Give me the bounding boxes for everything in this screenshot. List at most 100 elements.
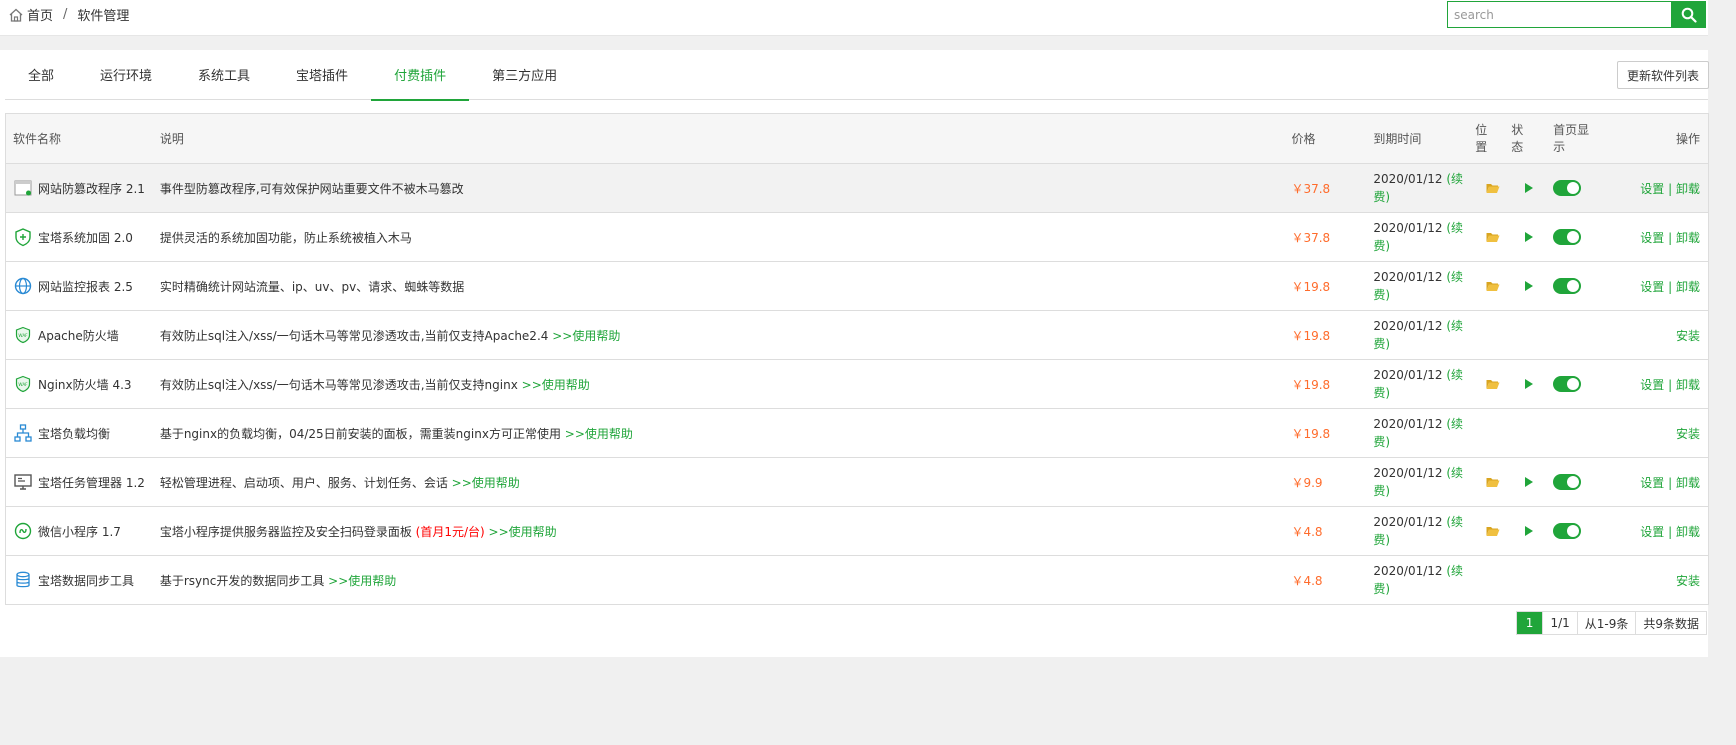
- operation-cell: 设置 | 卸载: [1609, 229, 1708, 246]
- folder-icon[interactable]: [1486, 280, 1500, 292]
- tab-3[interactable]: 宝塔插件: [273, 50, 371, 99]
- mini-program-icon: [14, 522, 32, 540]
- software-desc-cell: 基于nginx的负载均衡，04/25日前安装的面板，需重装nginx方可正常使用…: [153, 425, 1286, 442]
- svg-text:WAF: WAF: [18, 382, 28, 387]
- op-separator: |: [1668, 475, 1673, 490]
- header-desc: 说明: [159, 132, 184, 146]
- home-display-toggle[interactable]: [1553, 229, 1582, 245]
- folder-icon[interactable]: [1486, 476, 1500, 488]
- category-tabs: 全部 运行环境 系统工具 宝塔插件 付费插件 第三方应用: [5, 50, 1708, 101]
- install-link[interactable]: 安装: [1676, 427, 1700, 441]
- expire-date: 2020/01/12: [1373, 368, 1443, 382]
- home-display-toggle[interactable]: [1553, 474, 1582, 490]
- folder-icon[interactable]: [1486, 525, 1500, 537]
- software-desc-cell: 提供灵活的系统加固功能，防止系统被植入木马: [153, 229, 1286, 246]
- operation-cell: 设置 | 卸载: [1609, 278, 1708, 295]
- update-software-list-button[interactable]: 更新软件列表: [1617, 61, 1709, 89]
- help-link[interactable]: >>使用帮助: [452, 476, 520, 490]
- play-icon[interactable]: [1524, 476, 1534, 488]
- search-button[interactable]: [1671, 1, 1706, 28]
- tab-2[interactable]: 系统工具: [175, 50, 273, 99]
- help-link[interactable]: >>使用帮助: [565, 427, 633, 441]
- tab-0[interactable]: 全部: [5, 50, 77, 99]
- home-display-toggle[interactable]: [1553, 523, 1582, 539]
- software-desc-cell: 有效防止sql注入/xss/一句话木马等常见渗透攻击,当前仅支持nginx >>…: [153, 376, 1286, 393]
- settings-link[interactable]: 设置: [1640, 231, 1664, 245]
- play-icon[interactable]: [1524, 378, 1534, 390]
- help-link[interactable]: >>使用帮助: [489, 525, 557, 539]
- software-desc: 基于rsync开发的数据同步工具: [159, 573, 325, 588]
- table-row: WAF Apache防火墙 有效防止sql注入/xss/一句话木马等常见渗透攻击,当…: [6, 310, 1708, 359]
- play-icon[interactable]: [1524, 182, 1534, 194]
- install-link[interactable]: 安装: [1676, 574, 1700, 588]
- expire-date: 2020/01/12: [1373, 515, 1443, 529]
- software-name-cell: 宝塔任务管理器 1.2: [6, 472, 153, 492]
- settings-link[interactable]: 设置: [1640, 525, 1664, 539]
- home-display-toggle[interactable]: [1553, 278, 1582, 294]
- tab-1[interactable]: 运行环境: [77, 50, 175, 99]
- table-row: 宝塔任务管理器 1.2 轻松管理进程、启动项、用户、服务、计划任务、会话 >>使用…: [6, 457, 1708, 506]
- uninstall-link[interactable]: 卸载: [1676, 525, 1700, 539]
- software-table: 软件名称 说明 价格 到期时间 位置 状态 首页显示 操作 网站防篡改程序 2.…: [5, 113, 1709, 605]
- status-cell: [1511, 231, 1547, 243]
- operation-cell: 设置 | 卸载: [1609, 180, 1708, 197]
- price: ￥19.8: [1291, 279, 1331, 294]
- table-row: 宝塔数据同步工具 基于rsync开发的数据同步工具 >>使用帮助 ￥4.8 2020/…: [6, 555, 1708, 604]
- waf-shield-icon: WAF: [15, 326, 31, 344]
- expire-cell: 2020/01/12 (续费): [1367, 317, 1475, 353]
- uninstall-link[interactable]: 卸载: [1676, 231, 1700, 245]
- help-link[interactable]: >>使用帮助: [552, 329, 620, 343]
- position-cell: [1475, 476, 1511, 488]
- settings-link[interactable]: 设置: [1640, 182, 1664, 196]
- software-panel: 全部 运行环境 系统工具 宝塔插件 付费插件 第三方应用 更新软件列表 软件名称 说明 价…: [0, 50, 1709, 657]
- toggle-knob: [1567, 476, 1580, 488]
- op-separator: |: [1668, 181, 1673, 196]
- position-cell: [1475, 378, 1511, 390]
- tab-5[interactable]: 第三方应用: [469, 50, 580, 99]
- breadcrumb: 首页 / 软件管理: [8, 5, 129, 24]
- software-desc-cell: 实时精确统计网站流量、ip、uv、pv、请求、蜘蛛等数据: [153, 278, 1286, 295]
- folder-icon[interactable]: [1486, 231, 1500, 243]
- expire-date: 2020/01/12: [1373, 319, 1443, 333]
- uninstall-link[interactable]: 卸载: [1676, 182, 1700, 196]
- uninstall-link[interactable]: 卸载: [1676, 476, 1700, 490]
- play-icon[interactable]: [1524, 231, 1534, 243]
- operation-cell: 安装: [1609, 327, 1708, 344]
- folder-icon[interactable]: [1486, 378, 1500, 390]
- software-name-cell: 宝塔数据同步工具: [6, 570, 153, 590]
- home-display-toggle[interactable]: [1553, 180, 1582, 196]
- breadcrumb-current: 软件管理: [77, 9, 130, 24]
- uninstall-link[interactable]: 卸载: [1676, 280, 1700, 294]
- play-icon[interactable]: [1524, 525, 1534, 537]
- software-name: 宝塔数据同步工具: [38, 573, 135, 588]
- uninstall-link[interactable]: 卸载: [1676, 378, 1700, 392]
- table-row: 网站防篡改程序 2.1 事件型防篡改程序,可有效保护网站重要文件不被木马篡改 ￥37…: [6, 163, 1708, 212]
- table-row: 宝塔系统加固 2.0 提供灵活的系统加固功能，防止系统被植入木马 ￥37.8 2020…: [6, 212, 1708, 261]
- op-separator: |: [1668, 230, 1673, 245]
- software-name-cell: 网站防篡改程序 2.1: [6, 178, 153, 198]
- software-name: 宝塔任务管理器 1.2: [38, 475, 145, 490]
- help-link[interactable]: >>使用帮助: [522, 378, 590, 392]
- expire-date: 2020/01/12: [1373, 270, 1443, 284]
- install-link[interactable]: 安装: [1676, 329, 1700, 343]
- header-expire: 到期时间: [1373, 131, 1422, 146]
- header-home-display: 首页显示: [1553, 122, 1590, 154]
- play-icon[interactable]: [1524, 280, 1534, 292]
- page-range: 从1-9条: [1576, 612, 1636, 634]
- settings-link[interactable]: 设置: [1640, 280, 1664, 294]
- expire-cell: 2020/01/12 (续费): [1367, 170, 1475, 206]
- settings-link[interactable]: 设置: [1640, 378, 1664, 392]
- breadcrumb-home-link[interactable]: 首页: [27, 5, 53, 24]
- folder-icon[interactable]: [1486, 182, 1500, 194]
- search-input[interactable]: [1447, 1, 1671, 28]
- home-display-toggle[interactable]: [1553, 376, 1582, 392]
- help-link[interactable]: >>使用帮助: [328, 574, 396, 588]
- software-desc: 轻松管理进程、启动项、用户、服务、计划任务、会话: [159, 475, 448, 490]
- settings-link[interactable]: 设置: [1640, 476, 1664, 490]
- home-icon[interactable]: [8, 7, 24, 23]
- expire-cell: 2020/01/12 (续费): [1367, 513, 1475, 549]
- page-current[interactable]: 1: [1516, 612, 1543, 634]
- expire-date: 2020/01/12: [1373, 466, 1443, 480]
- software-name-cell: 宝塔负载均衡: [6, 423, 153, 443]
- tab-4[interactable]: 付费插件: [371, 50, 470, 101]
